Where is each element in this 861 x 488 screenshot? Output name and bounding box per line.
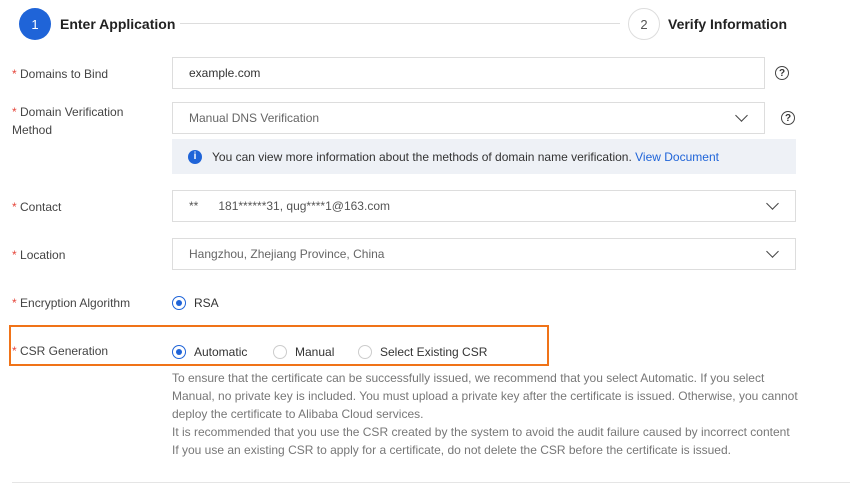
radio-rsa[interactable]: RSA: [172, 296, 219, 310]
view-document-link[interactable]: View Document: [635, 150, 719, 164]
encryption-label: * Encryption Algorithm: [12, 296, 131, 310]
location-select[interactable]: Hangzhou, Zhejiang Province, China: [172, 238, 796, 270]
csr-label: * CSR Generation: [12, 344, 109, 358]
radio-automatic[interactable]: Automatic: [172, 345, 247, 359]
divider: [12, 482, 850, 483]
step-2-indicator: 2: [628, 8, 660, 40]
chevron-down-icon: [766, 197, 779, 210]
domains-input[interactable]: example.com: [172, 57, 765, 89]
step-connector: [180, 23, 620, 24]
domains-label: * Domains to Bind: [12, 67, 109, 81]
radio-icon: [172, 296, 186, 310]
radio-select-existing-csr[interactable]: Select Existing CSR: [358, 345, 487, 359]
verification-select[interactable]: Manual DNS Verification: [172, 102, 765, 134]
location-label: * Location: [12, 248, 66, 262]
info-banner: i You can view more information about th…: [172, 139, 796, 174]
chevron-down-icon: [735, 109, 748, 122]
contact-label: * Contact: [12, 200, 62, 214]
step-1-indicator: 1: [19, 8, 51, 40]
radio-icon: [172, 345, 186, 359]
help-icon[interactable]: ?: [775, 66, 789, 80]
step-1-title: Enter Application: [60, 16, 176, 32]
chevron-down-icon: [766, 245, 779, 258]
contact-select[interactable]: ** 181******31, qug****1@163.com: [172, 190, 796, 222]
step-2-title: Verify Information: [668, 16, 788, 32]
radio-icon: [358, 345, 372, 359]
help-icon[interactable]: ?: [781, 111, 795, 125]
csr-notes: To ensure that the certificate can be su…: [172, 371, 798, 457]
radio-icon: [273, 345, 287, 359]
verification-label: * Domain Verification Method: [12, 105, 124, 137]
info-icon: i: [188, 149, 202, 164]
radio-manual[interactable]: Manual: [273, 345, 334, 359]
